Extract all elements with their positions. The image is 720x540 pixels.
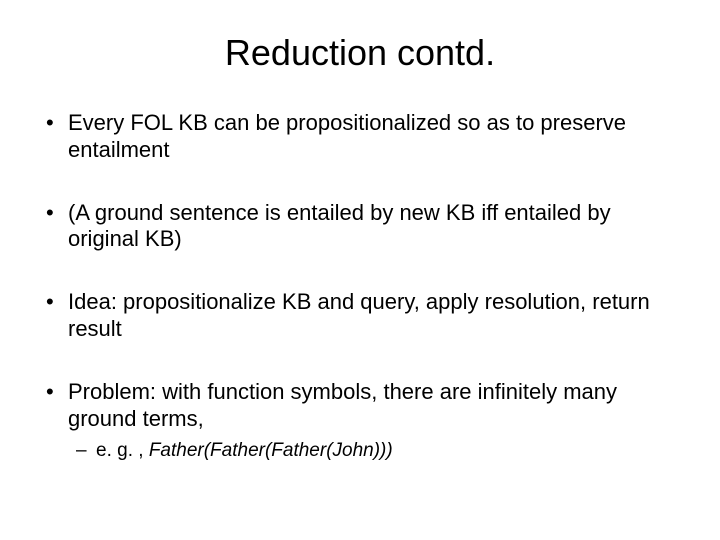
slide-title: Reduction contd. [40,32,680,74]
sub-prefix: e. g. , [96,440,149,461]
sub-item: e. g. , Father(Father(Father(John))) [68,439,680,463]
slide: Reduction contd. Every FOL KB can be pro… [0,0,720,540]
sub-list: e. g. , Father(Father(Father(John))) [68,439,680,463]
bullet-text: Problem: with function symbols, there ar… [68,379,617,431]
sub-italic: Father(Father(Father(John))) [149,440,393,461]
bullet-item: Every FOL KB can be propositionalized so… [40,110,680,164]
bullet-item: (A ground sentence is entailed by new KB… [40,200,680,254]
bullet-text: Idea: propositionalize KB and query, app… [68,289,650,341]
bullet-item: Idea: propositionalize KB and query, app… [40,289,680,343]
bullet-text: Every FOL KB can be propositionalized so… [68,110,626,162]
bullet-text: (A ground sentence is entailed by new KB… [68,200,611,252]
bullet-item: Problem: with function symbols, there ar… [40,379,680,462]
bullet-list: Every FOL KB can be propositionalized so… [40,110,680,462]
